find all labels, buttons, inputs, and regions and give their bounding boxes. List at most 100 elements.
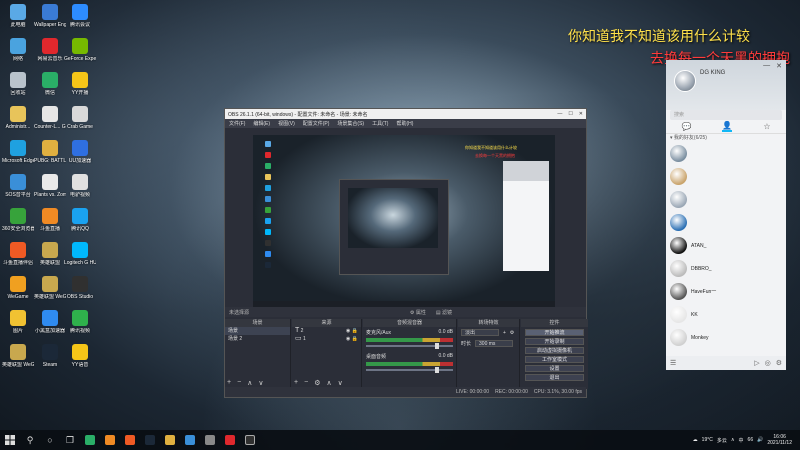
gear-icon[interactable]: ⚙ <box>314 379 320 387</box>
desktop-icon[interactable]: OBS Studio <box>64 276 96 300</box>
desktop-icon[interactable]: 英雄联盟 WeGame版 <box>34 276 66 300</box>
properties-button[interactable]: ⚙ 属性 <box>410 309 426 316</box>
settings-button[interactable]: 设置 <box>525 365 584 372</box>
desktop-icon[interactable]: YY开播 <box>64 72 96 96</box>
desktop-icon[interactable]: UU加速器 <box>64 140 96 164</box>
eye-icon[interactable]: ◉ 🔒 <box>346 335 358 343</box>
volume-icon[interactable]: 🔊 <box>757 437 763 443</box>
desktop-icon[interactable]: 360安全浏览器 <box>2 208 34 232</box>
language-indicator[interactable]: 中 <box>739 437 744 444</box>
friend-item[interactable] <box>666 142 786 165</box>
desktop-icon[interactable]: Counter-L... Global Off... <box>34 106 66 130</box>
cortana-icon[interactable]: ○ <box>40 430 60 450</box>
desktop-icon[interactable]: 英雄联盟 WeGame版 <box>2 344 34 368</box>
start-recording-button[interactable]: 开始录制 <box>525 338 584 345</box>
friend-item[interactable]: KK <box>666 303 786 326</box>
task-view-icon[interactable]: ❐ <box>60 430 80 450</box>
friend-item[interactable]: Monkey <box>666 326 786 349</box>
desktop-icon[interactable]: Microsoft Edge <box>2 140 34 164</box>
video-icon[interactable]: ▷ <box>754 359 759 367</box>
scene-item[interactable]: 场景 2 <box>225 335 290 343</box>
app-taskbar-icon[interactable] <box>120 430 140 450</box>
down-icon[interactable]: ∨ <box>258 379 263 387</box>
desktop-icon[interactable]: 斗鱼直播伴侣 <box>2 242 34 266</box>
studio-mode-button[interactable]: 工作室模式 <box>525 356 584 363</box>
menu-item[interactable]: 场景集合(S) <box>337 120 364 127</box>
maximize-icon[interactable]: ☐ <box>568 111 572 117</box>
scene-item[interactable]: 场景 <box>225 327 290 335</box>
close-icon[interactable]: ✕ <box>776 62 782 70</box>
up-icon[interactable]: ∧ <box>247 379 252 387</box>
netease-taskbar-icon[interactable] <box>220 430 240 450</box>
duration-input[interactable]: 300 ms <box>475 340 514 347</box>
down-icon[interactable]: ∨ <box>338 379 343 387</box>
desktop-icon[interactable]: Plants vs. Zombies G... <box>34 174 66 198</box>
app2-taskbar-icon[interactable] <box>160 430 180 450</box>
steam-taskbar-icon[interactable] <box>140 430 160 450</box>
menu-item[interactable]: 工具(T) <box>372 120 388 127</box>
qq-search-input[interactable]: 搜索 <box>670 110 782 120</box>
menu-item[interactable]: 帮助(H) <box>396 120 413 127</box>
transition-select[interactable]: 淡出 <box>461 329 499 336</box>
desktop-icon[interactable]: GeForce Experience <box>64 38 96 62</box>
start-streaming-button[interactable]: 开始推流 <box>525 329 584 336</box>
menu-item[interactable]: 编辑(E) <box>253 120 270 127</box>
up-icon[interactable]: ∧ <box>326 379 331 387</box>
obs-taskbar-icon[interactable] <box>240 430 260 450</box>
desktop-icon[interactable]: Crab Game <box>64 106 96 130</box>
settings-icon[interactable]: ⚙ <box>776 359 782 367</box>
friend-item[interactable]: ATAN_ <box>666 234 786 257</box>
douyu-taskbar-icon[interactable] <box>100 430 120 450</box>
desktop-icon[interactable]: 图片 <box>2 310 34 334</box>
friend-item[interactable]: HaveFun一 <box>666 280 786 303</box>
add-icon[interactable]: + <box>294 379 298 387</box>
app3-taskbar-icon[interactable] <box>180 430 200 450</box>
friend-item[interactable] <box>666 165 786 188</box>
desktop-icon[interactable]: WeGame <box>2 276 34 300</box>
app4-taskbar-icon[interactable] <box>200 430 220 450</box>
menu-item[interactable]: 文件(F) <box>229 120 245 127</box>
desktop-icon[interactable]: Steam <box>34 344 66 368</box>
desktop-icon[interactable]: 小黑盒加速器 <box>34 310 66 334</box>
eye-icon[interactable]: ◉ 🔒 <box>346 327 358 335</box>
add-icon[interactable]: + <box>503 330 506 336</box>
obs-title-bar[interactable]: OBS 26.1.1 (64-bit, windows) - 配置文件: 未命名… <box>225 109 586 119</box>
menu-icon[interactable]: ☰ <box>670 359 676 367</box>
minimize-icon[interactable]: — <box>557 111 562 117</box>
desktop-icon[interactable]: Wallpaper Engine:... <box>34 4 66 28</box>
desktop-icon[interactable]: 英雄联盟 <box>34 242 66 266</box>
close-icon[interactable]: ✕ <box>579 111 583 117</box>
desktop-icon[interactable]: 回收站 <box>2 72 34 96</box>
desktop-icon[interactable]: 腾讯QQ <box>64 208 96 232</box>
desktop-icon[interactable]: PUBG: BATTLEGR... <box>34 140 66 164</box>
minimize-icon[interactable]: — <box>763 62 770 70</box>
remove-icon[interactable]: − <box>304 379 308 387</box>
desktop-icon[interactable]: 斗鱼直播 <box>34 208 66 232</box>
remove-icon[interactable]: − <box>237 379 241 387</box>
friend-item[interactable] <box>666 211 786 234</box>
desktop-icon[interactable]: Logitech G HUB <box>64 242 96 266</box>
search-icon[interactable]: ⚲ <box>20 430 40 450</box>
game-icon[interactable]: ◎ <box>765 359 771 367</box>
source-item[interactable]: ▭ 1 ◉ 🔒 <box>292 335 361 343</box>
start-button[interactable] <box>0 430 20 450</box>
gear-icon[interactable]: ⚙ <box>510 330 514 336</box>
desktop-icon[interactable]: 微信 <box>34 72 66 96</box>
add-icon[interactable]: + <box>227 379 231 387</box>
contacts-tab-icon[interactable]: 👤 <box>722 121 733 132</box>
avatar[interactable] <box>674 70 696 92</box>
volume-slider[interactable] <box>366 343 453 349</box>
menu-item[interactable]: 配置文件(P) <box>303 120 330 127</box>
exit-button[interactable]: 退出 <box>525 374 584 381</box>
friend-group-header[interactable]: ▾ 我的好友(6/25) <box>666 134 786 142</box>
desktop-icon[interactable]: 此电脑 <box>2 4 34 28</box>
messages-tab-icon[interactable]: 💬 <box>681 122 691 131</box>
clock[interactable]: 16:06 2021/11/12 <box>767 434 792 446</box>
obs-preview[interactable]: 你知道我不知道该用什么计较 去换每一个天黑的拥抱 <box>253 135 555 307</box>
tray-arrow-icon[interactable]: ∧ <box>731 437 735 443</box>
desktop-icon[interactable]: SOS音平台 <box>2 174 34 198</box>
desktop-icon[interactable]: 腾讯视频 <box>64 310 96 334</box>
friend-item[interactable] <box>666 188 786 211</box>
desktop-icon[interactable]: Administr... <box>2 106 34 130</box>
desktop-icon[interactable]: 电驴视频 <box>64 174 96 198</box>
